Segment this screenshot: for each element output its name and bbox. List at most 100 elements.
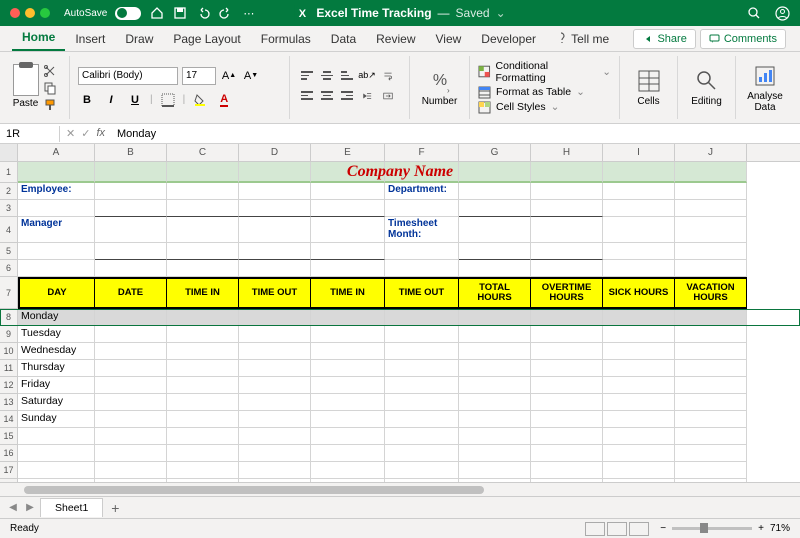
cell[interactable] — [167, 411, 239, 428]
column-header[interactable]: A — [18, 144, 95, 161]
tab-draw[interactable]: Draw — [115, 27, 163, 51]
close-icon[interactable] — [10, 8, 20, 18]
cell[interactable] — [675, 462, 747, 479]
cell[interactable] — [603, 260, 675, 277]
cell[interactable] — [459, 183, 531, 200]
cell[interactable] — [95, 200, 167, 217]
bold-button[interactable]: B — [78, 91, 96, 109]
minimize-icon[interactable] — [25, 8, 35, 18]
cell[interactable] — [675, 260, 747, 277]
cell[interactable] — [311, 462, 385, 479]
cell[interactable] — [311, 428, 385, 445]
cell[interactable] — [385, 260, 459, 277]
align-center-icon[interactable] — [318, 88, 336, 104]
cell[interactable] — [167, 183, 239, 200]
cell[interactable]: Employee: — [18, 183, 95, 200]
align-top-icon[interactable] — [298, 68, 316, 84]
cell[interactable] — [459, 162, 531, 183]
cell[interactable] — [603, 326, 675, 343]
row-header[interactable]: 11 — [0, 360, 18, 377]
cell[interactable] — [239, 326, 311, 343]
redo-icon[interactable] — [218, 6, 233, 21]
column-header[interactable]: C — [167, 144, 239, 161]
cell[interactable] — [675, 377, 747, 394]
cell[interactable] — [459, 394, 531, 411]
fill-color-button[interactable] — [191, 91, 209, 109]
sheet-tab[interactable]: Sheet1 — [40, 498, 103, 517]
cell[interactable]: Timesheet Month: — [385, 217, 459, 243]
column-header[interactable]: I — [603, 144, 675, 161]
cancel-icon[interactable]: ✕ — [66, 127, 75, 140]
cell[interactable] — [603, 183, 675, 200]
cell[interactable] — [311, 394, 385, 411]
cell[interactable] — [239, 343, 311, 360]
share-button[interactable]: Share — [633, 29, 695, 49]
align-right-icon[interactable] — [338, 88, 356, 104]
cell[interactable] — [167, 326, 239, 343]
cell[interactable] — [167, 260, 239, 277]
cell[interactable] — [385, 343, 459, 360]
cell[interactable] — [459, 243, 531, 260]
cell[interactable]: TIME OUT — [385, 277, 459, 309]
cell[interactable] — [239, 428, 311, 445]
italic-button[interactable]: I — [102, 91, 120, 109]
row-header[interactable]: 14 — [0, 411, 18, 428]
cell[interactable] — [18, 260, 95, 277]
row-header[interactable]: 12 — [0, 377, 18, 394]
underline-button[interactable]: U — [126, 91, 144, 109]
cell[interactable] — [459, 377, 531, 394]
cell[interactable]: TOTAL HOURS — [459, 277, 531, 309]
cell[interactable] — [95, 309, 167, 326]
row-header[interactable]: 16 — [0, 445, 18, 462]
row-header[interactable]: 17 — [0, 462, 18, 479]
cell[interactable] — [311, 183, 385, 200]
cell[interactable] — [603, 217, 675, 243]
more-icon[interactable]: ⋯ — [241, 6, 256, 21]
cell[interactable] — [531, 428, 603, 445]
column-header[interactable]: G — [459, 144, 531, 161]
cell[interactable] — [385, 445, 459, 462]
cell[interactable] — [239, 162, 311, 183]
column-header[interactable]: H — [531, 144, 603, 161]
cell[interactable] — [531, 411, 603, 428]
cell[interactable]: Saturday — [18, 394, 95, 411]
cell[interactable] — [531, 343, 603, 360]
cell[interactable] — [603, 309, 675, 326]
align-bottom-icon[interactable] — [338, 68, 356, 84]
tab-developer[interactable]: Developer — [471, 27, 546, 51]
cell[interactable] — [385, 377, 459, 394]
cell[interactable] — [239, 411, 311, 428]
cell[interactable] — [311, 217, 385, 243]
cell[interactable] — [603, 411, 675, 428]
cell[interactable] — [675, 217, 747, 243]
sheet-nav-next-icon[interactable]: ▶ — [23, 501, 37, 515]
cell[interactable] — [311, 411, 385, 428]
cell[interactable] — [459, 411, 531, 428]
home-icon[interactable] — [149, 6, 164, 21]
cell[interactable] — [459, 260, 531, 277]
cell[interactable] — [603, 243, 675, 260]
cell[interactable] — [167, 217, 239, 243]
cell[interactable] — [531, 326, 603, 343]
tab-home[interactable]: Home — [12, 25, 65, 51]
row-header[interactable]: 3 — [0, 200, 18, 217]
row-header[interactable]: 7 — [0, 277, 18, 309]
tab-insert[interactable]: Insert — [65, 27, 115, 51]
cell[interactable]: Department: — [385, 183, 459, 200]
cell[interactable]: Tuesday — [18, 326, 95, 343]
cell[interactable] — [459, 462, 531, 479]
cell[interactable] — [95, 162, 167, 183]
cell[interactable] — [95, 462, 167, 479]
cell[interactable] — [603, 200, 675, 217]
zoom-in-button[interactable]: + — [758, 523, 764, 534]
cell[interactable] — [311, 326, 385, 343]
cell[interactable] — [531, 377, 603, 394]
paste-button[interactable]: Paste — [13, 64, 39, 112]
cell[interactable] — [385, 326, 459, 343]
cell[interactable] — [167, 343, 239, 360]
cell[interactable] — [531, 200, 603, 217]
font-name-select[interactable] — [78, 67, 178, 85]
cell[interactable] — [675, 309, 747, 326]
cell[interactable] — [239, 260, 311, 277]
cell[interactable]: OVERTIME HOURS — [531, 277, 603, 309]
